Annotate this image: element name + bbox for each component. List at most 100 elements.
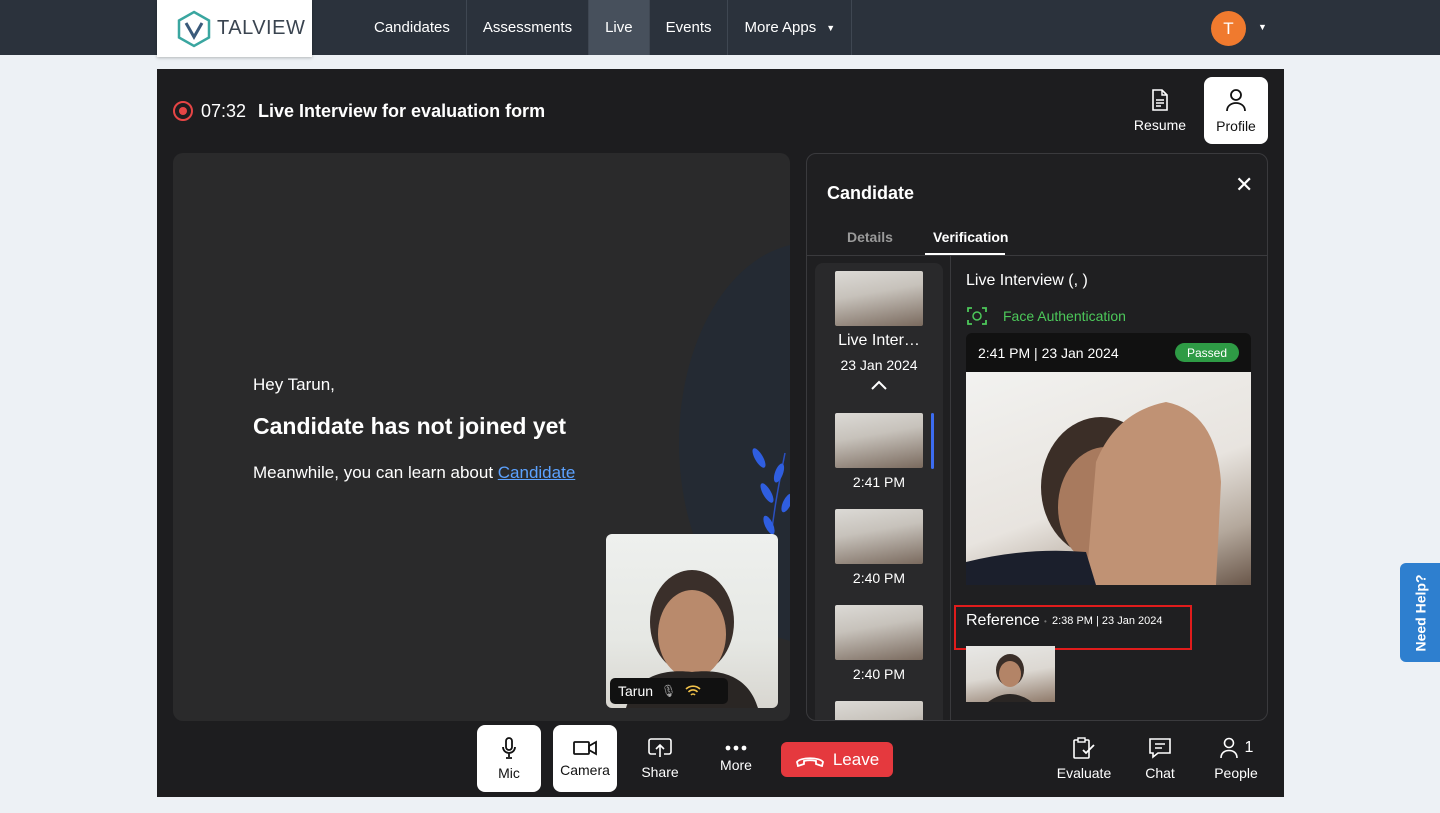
share-screen-icon [648,737,672,757]
capture-thumbnail[interactable] [835,509,923,564]
self-name: Tarun [618,683,654,699]
talview-logo[interactable]: TALVIEW [157,0,312,57]
mic-label: Mic [498,764,520,781]
card-time: 2:41 PM [978,345,1031,361]
panel-title: Candidate [827,183,915,203]
greeting-text: Hey Tarun, [253,375,335,394]
capture-photo[interactable] [966,372,1251,585]
people-button[interactable]: 1 People [1204,725,1268,792]
meeting-title: Live Interview for evaluation form [258,101,546,121]
session-date: 23 Jan 2024 [840,357,918,373]
camera-label: Camera [560,761,610,778]
tab-verification[interactable]: Verification [933,229,1008,245]
close-icon[interactable]: ✕ [1235,172,1253,198]
recording-icon [173,101,193,121]
brand-name: TALVIEW [217,17,306,39]
nav-label: More Apps [744,19,817,36]
need-help-label: Need Help? [1412,573,1429,652]
more-label: More [720,756,752,773]
capture-thumbnail[interactable] [835,605,923,660]
reference-photo-image [988,654,1032,702]
card-date: 23 Jan 2024 [1041,345,1119,361]
people-count: 1 [1244,738,1254,756]
capture-time: 2:41 PM [852,474,906,490]
mic-icon: 🎙 [661,684,677,698]
mic-button[interactable]: Mic [477,725,541,792]
candidate-panel: Candidate ✕ Details Verification Live In… [806,153,1268,721]
microphone-icon [502,736,516,759]
share-label: Share [641,763,679,780]
chevron-up-icon[interactable] [870,379,888,391]
more-button[interactable]: More [704,725,768,792]
profile-button[interactable]: Profile [1204,77,1268,144]
hang-up-icon [795,756,824,767]
chat-label: Chat [1145,764,1175,781]
tab-divider [807,255,1267,256]
main-video-area: Hey Tarun, Candidate has not joined yet … [173,153,790,721]
nav-events[interactable]: Events [650,0,729,55]
leave-button[interactable]: Leave [781,742,893,777]
session-title: Live Inter… [838,332,920,349]
main-nav: Candidates Assessments Live Events More … [358,0,853,55]
learn-more-text: Meanwhile, you can learn about Candidate [253,463,575,483]
capture-thumbnail[interactable] [835,413,923,468]
capture-time: 2:40 PM [852,570,906,586]
candidate-status-heading: Candidate has not joined yet [253,413,567,439]
resume-label: Resume [1133,116,1187,133]
tab-details[interactable]: Details [847,229,893,245]
resume-button[interactable]: Resume [1128,77,1192,144]
capture-card-header: 2:41 PM | 23 Jan 2024 Passed [966,333,1251,372]
profile-label: Profile [1216,117,1256,134]
self-video-tile[interactable]: Tarun 🎙 [606,534,778,708]
camera-button[interactable]: Camera [553,725,617,792]
leave-label: Leave [832,749,880,769]
people-icon-group: 1 [1219,737,1254,759]
people-label: People [1214,764,1258,781]
top-nav-bar: TALVIEW Candidates Assessments Live Even… [0,0,1440,57]
nav-label: Candidates [374,19,450,36]
user-menu-caret-icon[interactable]: ▼ [1258,22,1267,32]
document-icon [1152,88,1168,111]
nav-assessments[interactable]: Assessments [467,0,590,55]
verification-sidebar[interactable]: Live Inter… 23 Jan 2024 2:41 PM 2:40 PM … [815,263,943,720]
meeting-timer: 07:32 [201,101,247,121]
face-scan-icon [967,307,987,325]
signal-icon [685,685,701,696]
clipboard-check-icon [1073,736,1095,759]
more-dots-icon [725,745,747,750]
panel-divider [950,256,951,720]
capture-photo-image [966,402,1221,585]
reference-label: Reference [966,612,1040,629]
user-icon [1226,88,1246,111]
nav-label: Assessments [482,19,573,36]
nav-label: Live [605,19,633,36]
nav-candidates[interactable]: Candidates [358,0,467,55]
capture-card-timestamp: 2:41 PM | 23 Jan 2024 [978,345,1119,361]
reference-timestamp: 2:38 PM | 23 Jan 2024 [1052,615,1163,627]
nav-label: Events [665,19,712,36]
learn-more-prefix: Meanwhile, you can learn about [253,463,498,482]
nav-more-apps[interactable]: More Apps ▼ [728,0,853,55]
chat-bubble-icon [1149,737,1171,759]
evaluate-button[interactable]: Evaluate [1052,725,1116,792]
video-camera-icon [573,739,597,756]
need-help-tab[interactable]: Need Help? [1400,563,1440,662]
chat-button[interactable]: Chat [1128,725,1192,792]
evaluate-label: Evaluate [1056,764,1112,781]
candidate-link[interactable]: Candidate [498,463,576,482]
reference-photo[interactable] [966,646,1055,702]
share-button[interactable]: Share [628,725,692,792]
meeting-stage: 07:32 Live Interview for evaluation form… [157,69,1284,797]
session-thumbnail[interactable] [835,271,923,326]
user-avatar[interactable]: T [1211,11,1246,46]
separator-dot: • [1044,617,1047,626]
self-name-tag: Tarun 🎙 [610,678,729,704]
capture-thumbnail[interactable] [835,701,923,720]
person-icon [1219,737,1238,758]
verification-title: Live Interview (, ) [966,272,1088,289]
talview-logo-icon [177,10,211,47]
capture-time: 2:40 PM [852,666,906,682]
sidebar-scrollbar[interactable] [931,413,934,469]
passed-badge: Passed [1174,343,1239,362]
nav-live[interactable]: Live [589,0,650,55]
